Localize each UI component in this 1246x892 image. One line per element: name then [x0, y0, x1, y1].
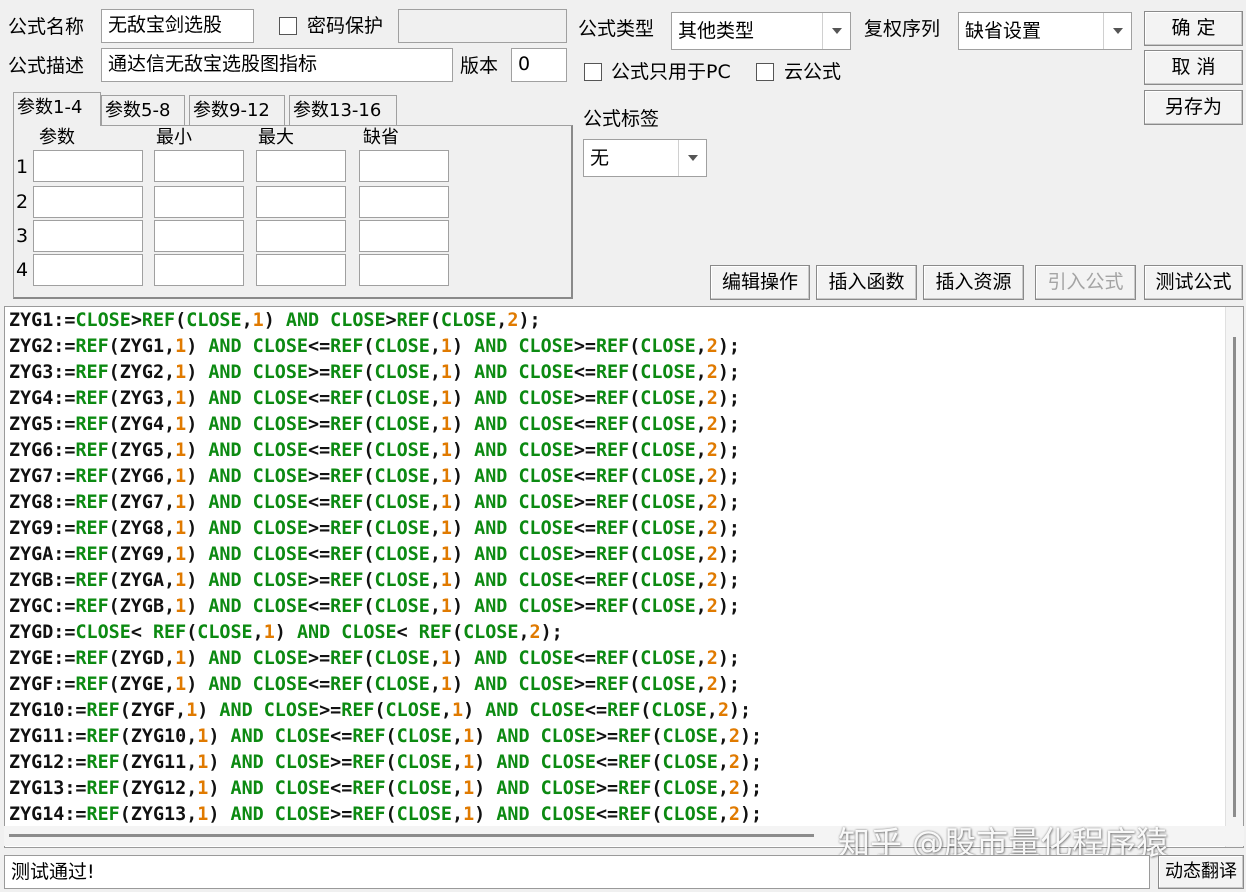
code-line[interactable]: ZYG13:=REF(ZYG12,1) AND CLOSE<=REF(CLOSE…	[9, 776, 762, 802]
password-input[interactable]	[398, 9, 567, 43]
param-row-number: 2	[16, 191, 29, 213]
param-row-number: 4	[16, 259, 29, 281]
code-line[interactable]: ZYG1:=CLOSE>REF(CLOSE,1) AND CLOSE>REF(C…	[9, 308, 762, 334]
pc-only-label: 公式只用于PC	[611, 61, 731, 83]
code-line[interactable]: ZYG11:=REF(ZYG10,1) AND CLOSE<=REF(CLOSE…	[9, 724, 762, 750]
param-min-input[interactable]	[154, 150, 244, 182]
vertical-scroll-thumb[interactable]	[1233, 337, 1236, 817]
cancel-button[interactable]: 取 消	[1144, 50, 1243, 85]
vertical-scrollbar[interactable]	[1225, 307, 1243, 847]
tab-params-13-16[interactable]: 参数13-16	[289, 95, 397, 125]
formula-name-input[interactable]: 无敌宝剑选股	[101, 9, 254, 43]
param-header-max: 最大	[258, 127, 294, 148]
param-min-input[interactable]	[154, 254, 244, 286]
formula-name-label: 公式名称	[8, 16, 85, 38]
code-line[interactable]: ZYGF:=REF(ZYGE,1) AND CLOSE<=REF(CLOSE,1…	[9, 672, 762, 698]
dynamic-translate-button[interactable]: 动态翻译	[1158, 855, 1244, 889]
chevron-down-icon	[678, 140, 706, 176]
code-line[interactable]: ZYG14:=REF(ZYG13,1) AND CLOSE>=REF(CLOSE…	[9, 802, 762, 828]
tag-select[interactable]: 无	[583, 139, 707, 177]
code-line[interactable]: ZYG9:=REF(ZYG8,1) AND CLOSE>=REF(CLOSE,1…	[9, 516, 762, 542]
version-label: 版本	[460, 55, 499, 77]
insert-function-button[interactable]: 插入函数	[816, 265, 917, 300]
tag-label: 公式标签	[583, 108, 660, 130]
code-text[interactable]: ZYG1:=CLOSE>REF(CLOSE,1) AND CLOSE>REF(C…	[9, 308, 762, 828]
param-max-input[interactable]	[256, 254, 346, 286]
rights-value: 缺省设置	[965, 20, 1042, 42]
code-line[interactable]: ZYGD:=CLOSE< REF(CLOSE,1) AND CLOSE< REF…	[9, 620, 762, 646]
param-default-input[interactable]	[359, 254, 449, 286]
code-line[interactable]: ZYGA:=REF(ZYG9,1) AND CLOSE<=REF(CLOSE,1…	[9, 542, 762, 568]
cloud-checkbox[interactable]	[756, 63, 774, 81]
param-default-input[interactable]	[359, 220, 449, 252]
import-formula-button[interactable]: 引入公式	[1035, 265, 1136, 300]
code-line[interactable]: ZYG3:=REF(ZYG2,1) AND CLOSE>=REF(CLOSE,1…	[9, 360, 762, 386]
tab-params-9-12[interactable]: 参数9-12	[189, 95, 285, 125]
insert-resource-button[interactable]: 插入资源	[923, 265, 1024, 300]
param-max-input[interactable]	[256, 220, 346, 252]
code-editor[interactable]: ZYG1:=CLOSE>REF(CLOSE,1) AND CLOSE>REF(C…	[4, 306, 1244, 848]
tab-params-5-8[interactable]: 参数5-8	[101, 95, 185, 125]
param-row-number: 3	[16, 225, 29, 247]
version-input[interactable]: 0	[511, 48, 567, 82]
code-line[interactable]: ZYG6:=REF(ZYG5,1) AND CLOSE<=REF(CLOSE,1…	[9, 438, 762, 464]
formula-desc-input[interactable]: 通达信无敌宝选股图指标	[101, 48, 453, 82]
formula-type-value: 其他类型	[678, 20, 755, 42]
param-max-input[interactable]	[256, 186, 346, 218]
param-header-name: 参数	[39, 127, 75, 148]
tab-params-1-4[interactable]: 参数1-4	[13, 92, 101, 126]
code-line[interactable]: ZYG12:=REF(ZYG11,1) AND CLOSE>=REF(CLOSE…	[9, 750, 762, 776]
param-default-input[interactable]	[359, 186, 449, 218]
param-name-input[interactable]	[33, 254, 143, 286]
pc-only-checkbox[interactable]	[584, 63, 602, 81]
code-line[interactable]: ZYGB:=REF(ZYGA,1) AND CLOSE>=REF(CLOSE,1…	[9, 568, 762, 594]
param-min-input[interactable]	[154, 186, 244, 218]
code-line[interactable]: ZYG5:=REF(ZYG4,1) AND CLOSE>=REF(CLOSE,1…	[9, 412, 762, 438]
param-default-input[interactable]	[359, 150, 449, 182]
password-checkbox[interactable]	[279, 17, 297, 35]
code-line[interactable]: ZYG4:=REF(ZYG3,1) AND CLOSE<=REF(CLOSE,1…	[9, 386, 762, 412]
code-line[interactable]: ZYGE:=REF(ZYGD,1) AND CLOSE>=REF(CLOSE,1…	[9, 646, 762, 672]
status-message: 测试通过!	[4, 855, 1150, 889]
formula-type-label: 公式类型	[578, 18, 655, 40]
code-line[interactable]: ZYG10:=REF(ZYGF,1) AND CLOSE>=REF(CLOSE,…	[9, 698, 762, 724]
param-header-default: 缺省	[363, 127, 399, 148]
param-min-input[interactable]	[154, 220, 244, 252]
chevron-down-icon	[1103, 13, 1131, 49]
save-as-button[interactable]: 另存为	[1144, 90, 1243, 125]
rights-select[interactable]: 缺省设置	[958, 12, 1132, 50]
ok-button[interactable]: 确 定	[1144, 11, 1243, 46]
rights-label: 复权序列	[864, 18, 941, 40]
formula-type-select[interactable]: 其他类型	[671, 12, 851, 50]
param-header-min: 最小	[156, 127, 192, 148]
formula-desc-label: 公式描述	[8, 55, 85, 77]
param-name-input[interactable]	[33, 220, 143, 252]
edit-operations-button[interactable]: 编辑操作	[710, 265, 810, 300]
code-line[interactable]: ZYG2:=REF(ZYG1,1) AND CLOSE<=REF(CLOSE,1…	[9, 334, 762, 360]
chevron-down-icon	[822, 13, 850, 49]
horizontal-scroll-thumb[interactable]	[9, 834, 814, 837]
code-line[interactable]: ZYGC:=REF(ZYGB,1) AND CLOSE<=REF(CLOSE,1…	[9, 594, 762, 620]
param-max-input[interactable]	[256, 150, 346, 182]
tag-value: 无	[590, 147, 610, 169]
param-name-input[interactable]	[33, 186, 143, 218]
password-label: 密码保护	[307, 15, 384, 37]
code-line[interactable]: ZYG7:=REF(ZYG6,1) AND CLOSE>=REF(CLOSE,1…	[9, 464, 762, 490]
cloud-label: 云公式	[784, 61, 842, 83]
param-row-number: 1	[16, 156, 29, 178]
test-formula-button[interactable]: 测试公式	[1144, 265, 1243, 300]
param-name-input[interactable]	[33, 150, 143, 182]
code-line[interactable]: ZYG8:=REF(ZYG7,1) AND CLOSE<=REF(CLOSE,1…	[9, 490, 762, 516]
